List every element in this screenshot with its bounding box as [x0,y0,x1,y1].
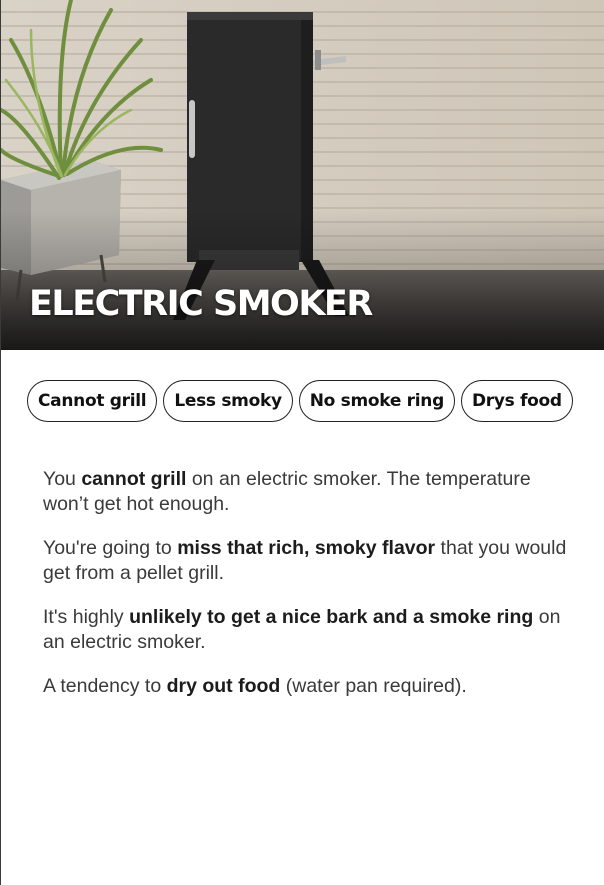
point-emphasis: dry out food [166,675,281,697]
chip-less-smoky[interactable]: Less smoky [163,380,293,422]
point-text: It's highly [43,606,130,628]
chip-cannot-grill[interactable]: Cannot grill [27,380,158,422]
chip-no-smoke-ring[interactable]: No smoke ring [298,380,455,422]
point-paragraph: You're going to miss that rich, smoky fl… [43,536,573,586]
description: You cannot grill on an electric smoker. … [43,467,573,718]
point-paragraph: A tendency to dry out food (water pan re… [43,674,573,699]
point-text: You [43,468,82,490]
point-paragraph: It's highly unlikely to get a nice bark … [43,605,573,655]
point-text: (water pan required). [280,675,467,697]
point-emphasis: unlikely to get a nice bark and a smoke … [129,606,534,628]
chip-row: Cannot grill Less smoky No smoke ring Dr… [27,380,573,422]
hero-title: ELECTRIC SMOKER [29,284,373,324]
comparison-card: ELECTRIC SMOKER Cannot grill Less smoky … [0,0,604,885]
point-paragraph: You cannot grill on an electric smoker. … [43,467,573,517]
point-emphasis: cannot grill [81,468,187,490]
hero-image: ELECTRIC SMOKER [1,0,604,350]
chip-drys-food[interactable]: Drys food [460,380,573,422]
point-text: You're going to [43,537,178,559]
point-emphasis: miss that rich, smoky flavor [177,537,436,559]
point-text: A tendency to [43,675,167,697]
